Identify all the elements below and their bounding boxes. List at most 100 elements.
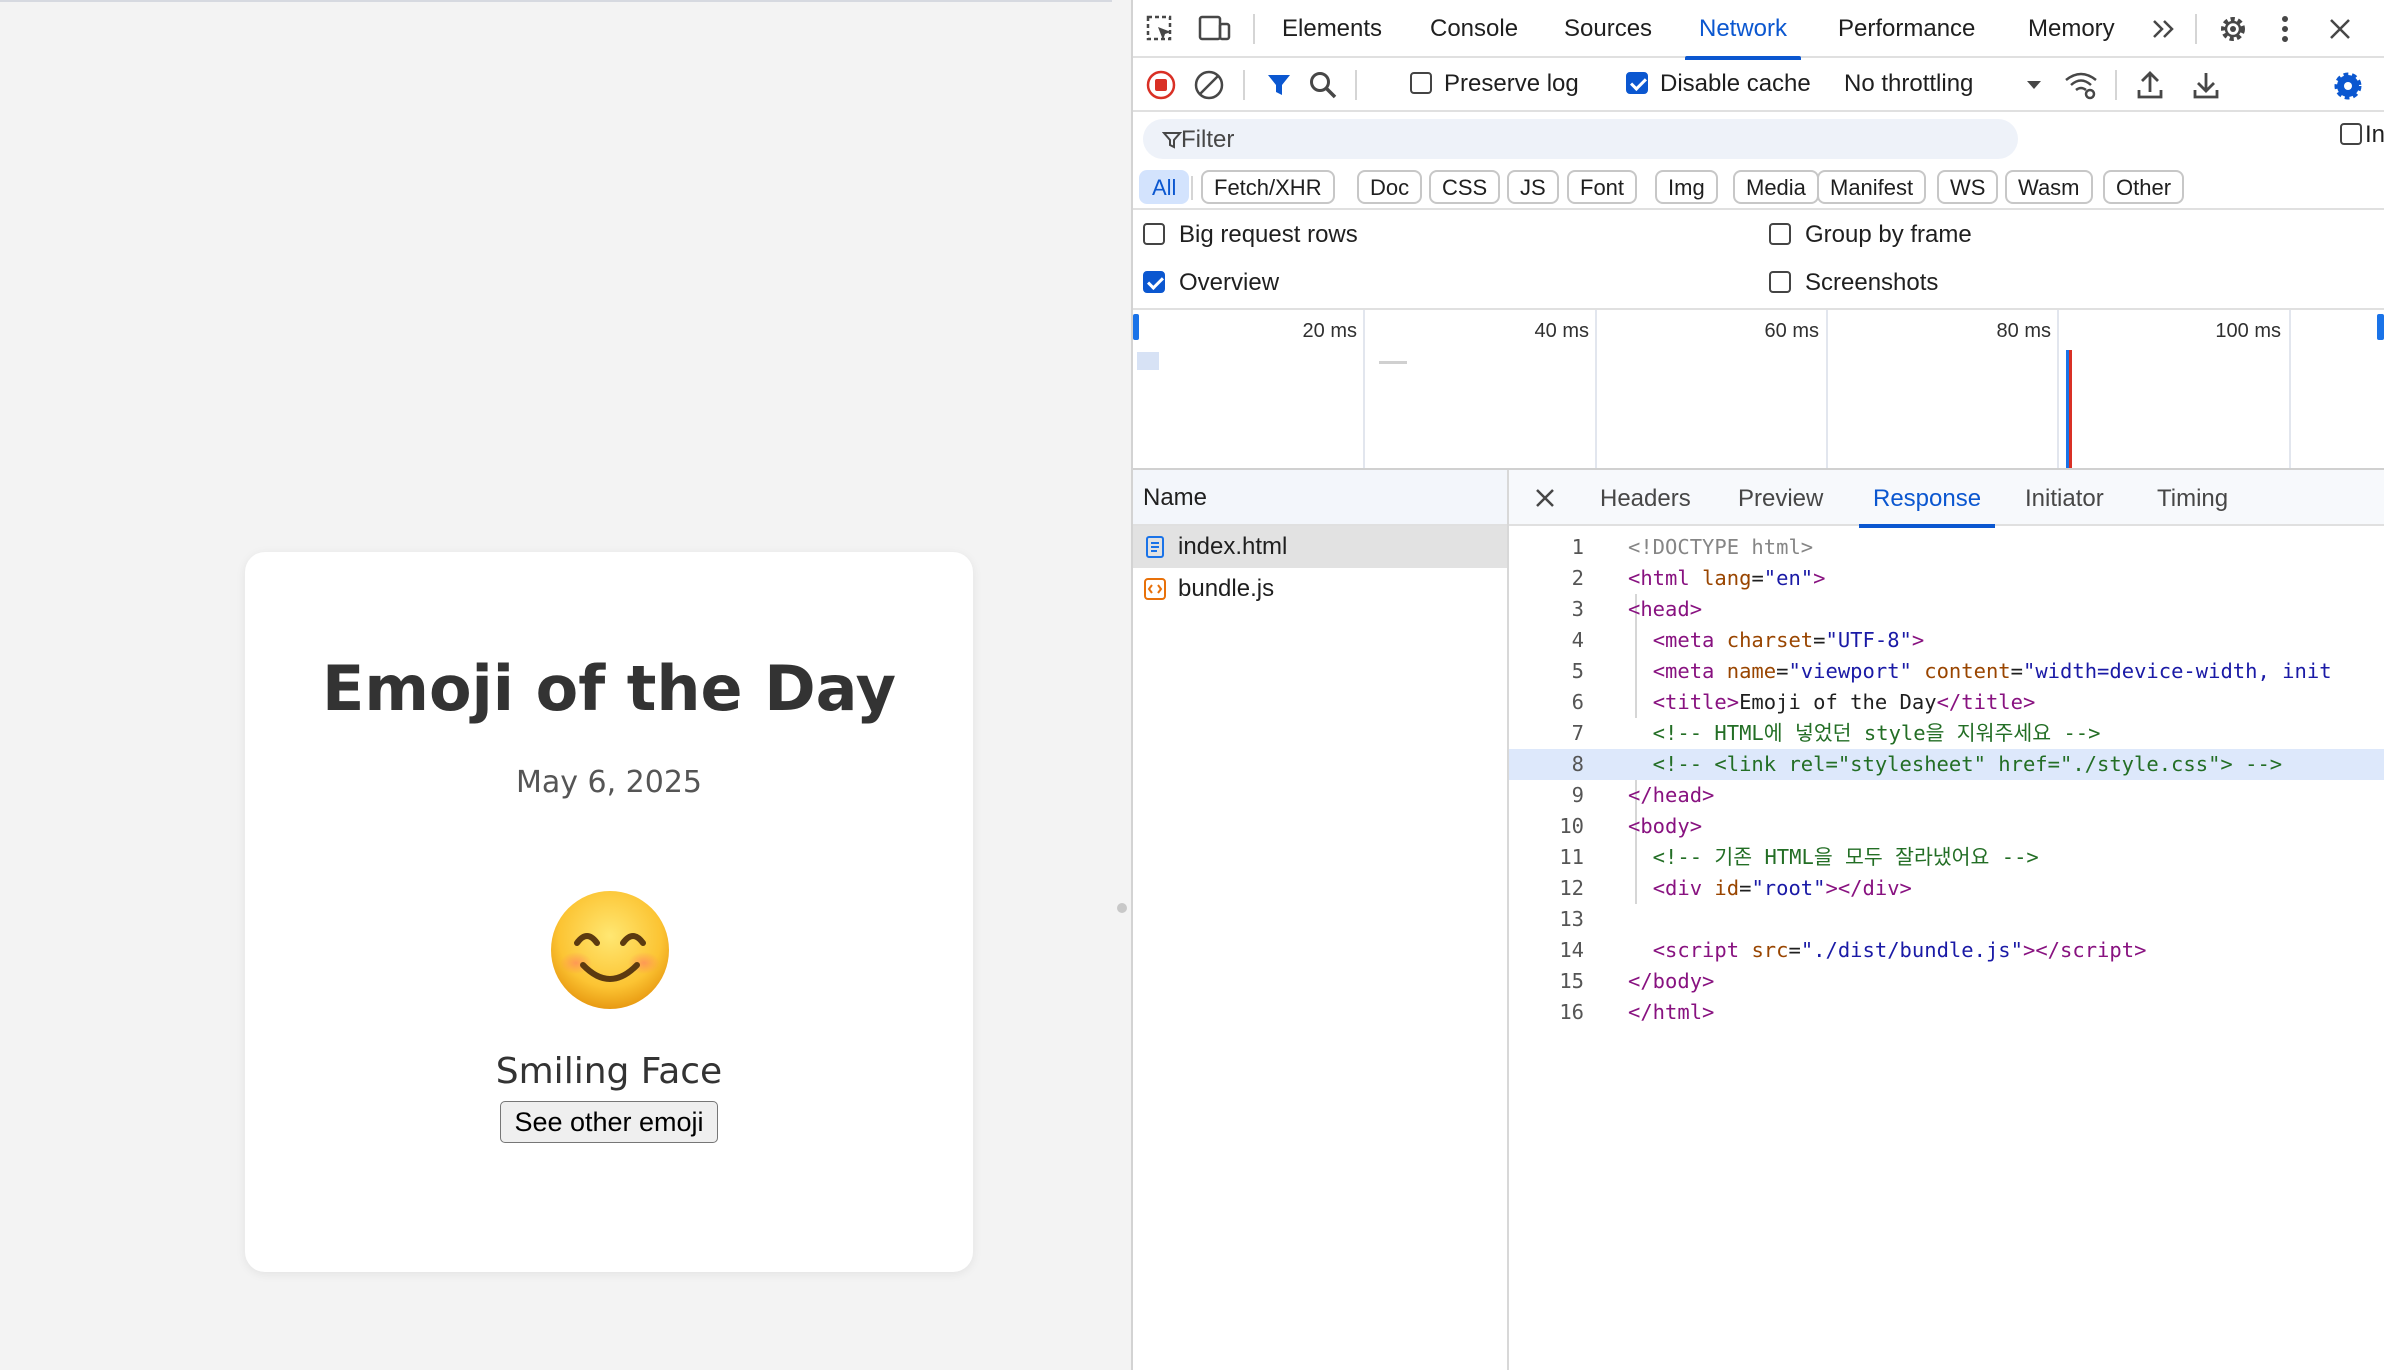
more-tabs-chevron-icon[interactable]: [2149, 14, 2179, 44]
type-chip-css[interactable]: CSS: [1429, 170, 1501, 204]
settings-gear-icon[interactable]: [2215, 11, 2251, 47]
code-line: 11 <!-- 기존 HTML을 모두 잘라냈어요 -->: [1509, 842, 2384, 873]
code-line: 5 <meta name="viewport" content="width=d…: [1509, 656, 2384, 687]
detail-tab-timing[interactable]: Timing: [2157, 470, 2228, 526]
request-row-index-html[interactable]: index.html: [1133, 526, 1507, 568]
type-chip-all[interactable]: All: [1139, 170, 1190, 204]
line-number: 13: [1559, 907, 1584, 931]
overview-checkbox[interactable]: [1143, 271, 1165, 293]
type-chip-font[interactable]: Font: [1567, 170, 1638, 204]
line-number: 11: [1559, 845, 1584, 869]
detail-tab-headers[interactable]: Headers: [1600, 470, 1691, 526]
big-request-rows-checkbox[interactable]: [1143, 223, 1165, 245]
tab-memory[interactable]: Memory: [2028, 0, 2115, 58]
detail-tab-bar: Headers Preview Response Initiator Timin…: [1509, 470, 2384, 528]
invert-label: Invert: [2365, 121, 2384, 148]
screenshots-label: Screenshots: [1805, 269, 1939, 296]
overview-right-handle[interactable]: [2377, 314, 2384, 340]
file-name: index.html: [1178, 533, 1288, 560]
line-number: 4: [1571, 628, 1584, 652]
close-detail-icon[interactable]: [1531, 484, 1559, 512]
filter-funnel-icon[interactable]: [1261, 67, 1297, 103]
export-har-download-icon[interactable]: [2189, 68, 2223, 102]
smiling-face-emoji-icon: [549, 889, 671, 1011]
tab-elements[interactable]: Elements: [1282, 0, 1382, 58]
name-column-header[interactable]: Name: [1133, 470, 1507, 526]
code-line: 9 </head>: [1509, 780, 2384, 811]
detail-tab-response[interactable]: Response: [1858, 470, 1996, 528]
line-number: 5: [1571, 659, 1584, 683]
type-chip-doc[interactable]: Doc: [1357, 170, 1423, 204]
detail-tab-initiator[interactable]: Initiator: [2025, 470, 2104, 526]
throttling-select[interactable]: No throttling: [1844, 70, 1973, 98]
close-devtools-icon[interactable]: [2323, 12, 2357, 46]
code-line: 16 </html>: [1509, 997, 2384, 1028]
line-number: 8: [1571, 752, 1584, 776]
type-chip-other[interactable]: Other: [2103, 170, 2185, 204]
search-icon[interactable]: [1305, 67, 1341, 103]
screenshots-checkbox[interactable]: [1769, 271, 1791, 293]
line-number: 16: [1559, 1000, 1584, 1024]
type-chip-fetch-xhr[interactable]: Fetch/XHR: [1201, 170, 1335, 204]
overview-label: Overview: [1179, 269, 1280, 296]
clear-log-icon[interactable]: [1191, 67, 1227, 103]
chip-separator: [1191, 176, 1193, 200]
big-request-rows-label: Big request rows: [1179, 221, 1358, 248]
timeline-gridline: [1826, 310, 1828, 468]
network-overview-timeline[interactable]: 20 ms 40 ms 60 ms 80 ms 100 ms: [1133, 310, 2384, 470]
group-by-frame-label: Group by frame: [1805, 221, 1972, 248]
type-chip-img[interactable]: Img: [1655, 170, 1718, 204]
filter-placeholder: Filter: [1181, 126, 1235, 153]
inspect-element-icon[interactable]: [1143, 12, 1177, 46]
type-chip-ws[interactable]: WS: [1937, 170, 1999, 204]
preserve-log-checkbox[interactable]: [1410, 72, 1432, 94]
tab-performance[interactable]: Performance: [1838, 0, 1975, 58]
filter-bar: Filter Invert: [1133, 112, 2384, 168]
request-detail-pane: Headers Preview Response Initiator Timin…: [1509, 470, 2384, 1370]
emoji-name: Smiling Face: [495, 1051, 723, 1092]
type-chip-js[interactable]: JS: [1507, 170, 1559, 204]
type-chip-wasm[interactable]: Wasm: [2005, 170, 2093, 204]
tab-console[interactable]: Console: [1430, 0, 1518, 58]
overview-left-handle[interactable]: [1133, 314, 1139, 340]
tab-network[interactable]: Network: [1684, 0, 1802, 60]
request-bar-index-html: [1137, 352, 1159, 370]
invert-checkbox[interactable]: [2340, 123, 2362, 145]
tab-sources[interactable]: Sources: [1564, 0, 1652, 58]
import-har-upload-icon[interactable]: [2133, 68, 2167, 102]
request-row-bundle-js[interactable]: bundle.js: [1133, 568, 1507, 610]
code-line: 3 <head>: [1509, 594, 2384, 625]
document-file-icon: [1143, 535, 1167, 559]
response-source-viewer[interactable]: 1 <!DOCTYPE html> 2 <html lang="en"> 3 <hea…: [1509, 532, 2384, 1362]
line-number: 15: [1559, 969, 1584, 993]
webpage-viewport: Emoji of the Day May 6, 2025 Smiling Fac…: [0, 0, 1112, 1370]
splitter-handle-icon[interactable]: [1117, 903, 1127, 913]
line-number: 9: [1571, 783, 1584, 807]
resource-type-filter: All Fetch/XHR Doc CSS JS Font Img Media …: [1133, 164, 2384, 210]
throttling-dropdown-icon[interactable]: [2021, 72, 2047, 98]
detail-tab-preview[interactable]: Preview: [1738, 470, 1823, 526]
timeline-gridline: [1595, 310, 1597, 468]
code-line: 7 <!-- HTML에 넣었던 style을 지워주세요 -->: [1509, 718, 2384, 749]
timeline-tick-label: 40 ms: [1534, 320, 1589, 342]
see-other-emoji-button[interactable]: See other emoji: [500, 1101, 718, 1143]
device-toolbar-icon[interactable]: [1197, 12, 1233, 46]
code-line: 4 <meta charset="UTF-8">: [1509, 625, 2384, 656]
panel-splitter[interactable]: [1112, 0, 1132, 1370]
code-line: 14 <script src="./dist/bundle.js"></scri…: [1509, 935, 2384, 966]
line-number: 6: [1571, 690, 1584, 714]
record-stop-icon[interactable]: [1143, 67, 1179, 103]
disable-cache-checkbox[interactable]: [1626, 72, 1648, 94]
code-line: 6 <title>Emoji of the Day</title>: [1509, 687, 2384, 718]
filter-input[interactable]: Filter: [1143, 119, 2018, 159]
script-file-icon: [1143, 577, 1167, 601]
type-chip-media[interactable]: Media: [1733, 170, 1819, 204]
group-by-frame-checkbox[interactable]: [1769, 223, 1791, 245]
preserve-log-label: Preserve log: [1444, 70, 1579, 97]
line-number: 12: [1559, 876, 1584, 900]
timeline-tick-label: 20 ms: [1302, 320, 1357, 342]
kebab-menu-icon[interactable]: [2273, 11, 2297, 47]
type-chip-manifest[interactable]: Manifest: [1817, 170, 1927, 204]
network-settings-gear-icon[interactable]: [2329, 67, 2367, 105]
network-conditions-wifi-icon[interactable]: [2063, 68, 2099, 102]
